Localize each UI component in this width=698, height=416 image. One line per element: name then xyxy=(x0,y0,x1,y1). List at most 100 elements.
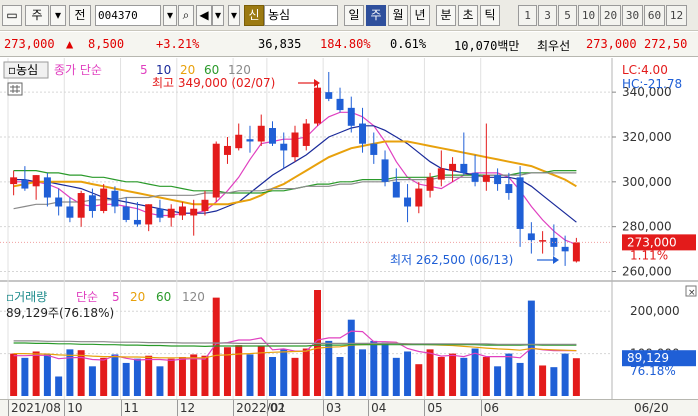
volume-bar xyxy=(145,355,153,396)
timeframe-button[interactable]: 월 xyxy=(388,5,408,26)
y-tick-label: 260,000 xyxy=(622,265,672,279)
candle-body xyxy=(471,172,479,182)
current-price-box-value: 273,000 xyxy=(627,235,677,249)
x-axis-label: 2021/08 xyxy=(11,401,61,415)
candle-body xyxy=(133,219,141,225)
volume-bar xyxy=(235,345,243,396)
x-axis-tick xyxy=(8,400,9,416)
candle-body xyxy=(539,240,547,242)
price-change-percent: +3.21% xyxy=(156,37,200,51)
quote-bar: 273,000 ▲ 8,500 +3.21% 36,835 184.80% 0.… xyxy=(0,32,698,57)
timeframe-button[interactable]: 년 xyxy=(410,5,430,26)
volume-bar xyxy=(302,348,310,396)
volume-bar xyxy=(572,358,580,396)
timeframe-button[interactable]: 주 xyxy=(366,5,386,26)
volume-bar xyxy=(449,353,457,396)
timeframe-button[interactable]: 초 xyxy=(458,5,478,26)
code-dropdown-icon[interactable]: ▾ xyxy=(163,5,177,26)
price-volume-chart[interactable]: 340,000320,000300,000280,000260,000▫농심 종가… xyxy=(0,58,698,399)
candle-body xyxy=(100,188,108,211)
interval-button[interactable]: 30 xyxy=(622,5,643,26)
highest-price-label: 최고 349,000 (02/07) xyxy=(152,76,275,90)
volume-bar xyxy=(55,376,63,396)
up-arrow-icon: ▲ xyxy=(66,37,74,51)
volume-bar xyxy=(404,351,412,396)
x-axis-tick xyxy=(424,400,426,416)
volume-bar xyxy=(122,362,130,396)
candle-body xyxy=(43,177,51,198)
volume-bar xyxy=(10,353,18,396)
volume-legend-ma-label: 단순 xyxy=(76,290,98,304)
interval-button[interactable]: 5 xyxy=(558,5,577,26)
volume-bar xyxy=(280,349,288,396)
interval-button[interactable]: 20 xyxy=(600,5,621,26)
candle-body xyxy=(482,175,490,182)
candle-body xyxy=(66,206,74,218)
legend-stock-name: ▫농심 xyxy=(8,63,38,77)
sound-icon[interactable]: ◀ xyxy=(196,5,212,26)
timeframe-button[interactable]: 분 xyxy=(436,5,456,26)
chart-area[interactable]: 340,000 320,000 300,000 280,000 260,000 ▫농심 종가… xyxy=(0,58,698,399)
interval-button[interactable]: 60 xyxy=(644,5,665,26)
stock-name-field[interactable]: 농심 xyxy=(264,5,338,26)
volume-bar xyxy=(561,353,569,396)
dropdown-icon[interactable]: ▾ xyxy=(50,5,66,26)
candle-body xyxy=(280,143,288,151)
timeframe-button[interactable]: 틱 xyxy=(480,5,500,26)
candle-body xyxy=(223,145,231,155)
prev-button[interactable]: 전 xyxy=(69,5,91,26)
current-price: 273,000 xyxy=(4,37,55,51)
grid-icon xyxy=(7,82,23,96)
candle-body xyxy=(370,143,378,155)
hc-label: HC:-21.78 xyxy=(622,77,682,91)
period-type-select[interactable]: 주 xyxy=(25,5,49,26)
volume-bar xyxy=(381,342,389,396)
menu-icon[interactable]: ▭ xyxy=(2,5,22,26)
y-tick-label: 300,000 xyxy=(622,175,672,189)
candle-body xyxy=(437,168,445,180)
candle-body xyxy=(347,107,355,126)
sound-menu-icon[interactable]: ▾ xyxy=(228,5,240,26)
candle-body xyxy=(415,188,423,207)
x-axis-tick xyxy=(64,400,66,416)
candle-body xyxy=(527,233,535,241)
interval-button[interactable]: 10 xyxy=(578,5,599,26)
volume-bar xyxy=(325,340,333,396)
timeframe-button[interactable]: 일 xyxy=(344,5,364,26)
x-axis-label: 10 xyxy=(67,401,83,415)
candle-body xyxy=(392,181,400,198)
volume-bar xyxy=(460,357,468,396)
volume-bar xyxy=(32,351,40,396)
x-axis: 2021/08 10 11 12 2022/01 02 03 04 05 06 06/20 xyxy=(0,399,698,416)
volume-y-tick-label: 200,000 xyxy=(630,304,680,318)
candle-body xyxy=(494,175,502,185)
interval-button[interactable]: 3 xyxy=(538,5,557,26)
volume-bar xyxy=(21,357,29,396)
stock-code-input[interactable]: 004370 xyxy=(95,5,161,26)
x-axis-label: 06 xyxy=(483,401,499,415)
volume-bar xyxy=(178,356,186,396)
volume-bar xyxy=(550,367,558,396)
legend-ma-period: 120 xyxy=(228,63,251,77)
x-axis-tick xyxy=(233,400,235,416)
candle-body xyxy=(302,123,310,146)
volume-bar xyxy=(359,349,367,396)
stock-chart-window: ▭ 주 ▾ 전 004370 ▾ ⌕ ◀ ▾ ▾ 신 농심 일주월년분초틱 13… xyxy=(0,0,698,416)
volume-bar xyxy=(426,349,434,396)
legend-ma-label: 종가 단순 xyxy=(54,63,102,77)
volume-legend-ma-period: 60 xyxy=(156,290,171,304)
trade-amount: 10,070백만 xyxy=(454,39,520,53)
sound-dropdown-icon[interactable]: ▾ xyxy=(212,5,224,26)
candle-body xyxy=(572,242,580,262)
candle-body xyxy=(505,184,513,194)
candle-body xyxy=(212,143,220,198)
candle-body xyxy=(21,179,29,189)
current-price-percent: 1.11% xyxy=(630,248,668,262)
volume-bar xyxy=(482,356,490,396)
x-axis-label: 05 xyxy=(427,401,443,415)
interval-button[interactable]: 12 xyxy=(666,5,687,26)
search-icon[interactable]: ⌕ xyxy=(178,5,194,26)
interval-button[interactable]: 1 xyxy=(518,5,537,26)
volume-last-value: 89,129주(76.18%) xyxy=(6,306,114,320)
x-axis-tick xyxy=(176,400,178,416)
